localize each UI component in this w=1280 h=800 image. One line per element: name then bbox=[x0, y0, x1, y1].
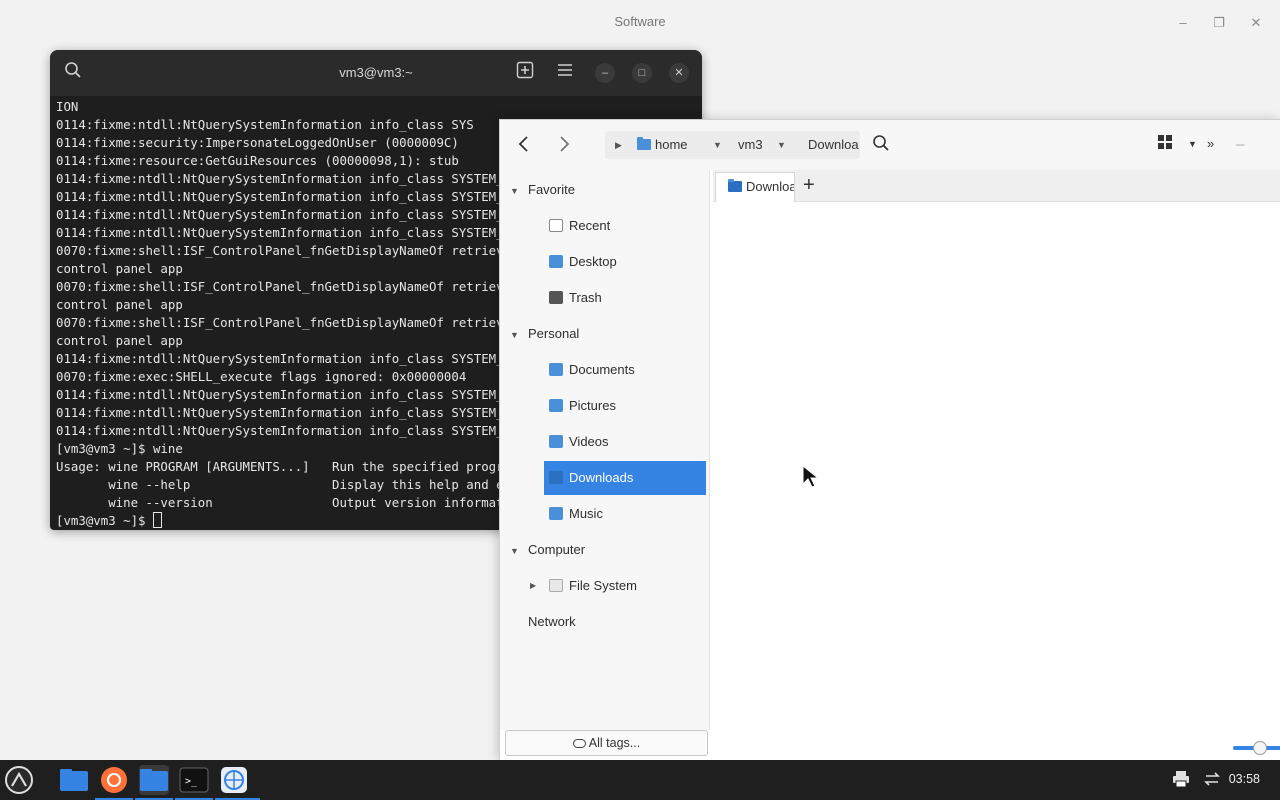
back-arrow-icon[interactable] bbox=[514, 134, 534, 158]
network-icon[interactable] bbox=[1203, 770, 1221, 792]
chevron-down-icon: ▼ bbox=[510, 186, 519, 196]
file-manager-window[interactable]: ▶ home ▼ vm3 ▼ Downloa ▼ » – ▼ Favorite R… bbox=[499, 119, 1280, 760]
recent-icon bbox=[549, 219, 563, 232]
minimize-icon[interactable]: – bbox=[1236, 136, 1244, 153]
firefox-icon[interactable] bbox=[99, 765, 129, 795]
text-cursor bbox=[152, 512, 162, 528]
close-icon[interactable]: ✕ bbox=[1246, 13, 1266, 33]
sidebar-item-desktop[interactable]: Desktop bbox=[544, 245, 706, 279]
zoom-slider-handle[interactable] bbox=[1253, 741, 1267, 755]
breadcrumb-downloads[interactable]: Downloa bbox=[808, 131, 859, 159]
software-window-titlebar: Software – ❐ ✕ bbox=[0, 0, 1280, 44]
sidebar: ▼ Favorite Recent Desktop Trash ▼ Personal… bbox=[500, 170, 710, 730]
chevron-right-icon[interactable]: ▶ bbox=[530, 569, 536, 603]
maximize-icon[interactable]: □ bbox=[632, 63, 652, 83]
terminal-prompt: [vm3@vm3 ~]$ bbox=[56, 513, 153, 528]
music-folder-icon bbox=[549, 507, 563, 520]
sidebar-item-trash[interactable]: Trash bbox=[544, 281, 706, 315]
printer-icon[interactable] bbox=[1172, 770, 1190, 792]
sidebar-item-music[interactable]: Music bbox=[544, 497, 706, 531]
sidebar-category-network[interactable]: Network bbox=[528, 612, 576, 632]
sidebar-item-documents[interactable]: Documents bbox=[544, 353, 706, 387]
breadcrumb-home[interactable]: home bbox=[637, 131, 688, 159]
hamburger-menu-icon[interactable] bbox=[553, 61, 577, 85]
sidebar-item-recent[interactable]: Recent bbox=[544, 209, 706, 243]
sidebar-item-pictures[interactable]: Pictures bbox=[544, 389, 706, 423]
forward-arrow-icon[interactable] bbox=[554, 134, 574, 158]
software-window-title: Software bbox=[614, 14, 666, 29]
new-tab-icon[interactable] bbox=[513, 61, 537, 85]
drive-icon bbox=[549, 579, 563, 592]
sidebar-item-downloads[interactable]: Downloads bbox=[544, 461, 706, 495]
chevron-right-icon[interactable]: ▶ bbox=[615, 131, 622, 159]
sidebar-item-videos[interactable]: Videos bbox=[544, 425, 706, 459]
maximize-icon[interactable]: ❐ bbox=[1209, 13, 1229, 33]
videos-folder-icon bbox=[549, 435, 563, 448]
terminal-app-icon[interactable]: >_ bbox=[179, 765, 209, 795]
files-app-icon[interactable] bbox=[59, 765, 89, 795]
desktop-icon bbox=[549, 255, 563, 268]
chevron-down-icon: ▼ bbox=[510, 330, 519, 340]
tab-bar: Downloads + bbox=[713, 170, 1280, 202]
taskbar: >_ 03:58 bbox=[0, 760, 1280, 800]
minimize-icon[interactable]: – bbox=[1173, 13, 1193, 33]
breadcrumb-vm3[interactable]: vm3 bbox=[738, 131, 763, 159]
all-tags-button[interactable]: All tags... bbox=[505, 730, 708, 756]
downloads-folder-icon bbox=[549, 471, 563, 484]
sidebar-category-favorite[interactable]: ▼ Favorite bbox=[510, 180, 575, 200]
tab-downloads[interactable]: Downloads bbox=[715, 172, 795, 202]
chevron-down-icon[interactable]: ▼ bbox=[777, 131, 786, 159]
minimize-icon[interactable]: – bbox=[595, 63, 615, 83]
downloads-folder-icon bbox=[728, 179, 742, 192]
sidebar-category-computer[interactable]: ▼ Computer bbox=[510, 540, 585, 560]
software-app-icon[interactable] bbox=[219, 765, 249, 795]
terminal-line: ION bbox=[56, 99, 79, 114]
clock[interactable]: 03:58 bbox=[1229, 772, 1260, 786]
zoom-slider[interactable] bbox=[1233, 741, 1280, 755]
add-tab-icon[interactable]: + bbox=[803, 174, 815, 196]
svg-text:>_: >_ bbox=[185, 776, 198, 787]
chevron-down-icon[interactable]: ▼ bbox=[713, 131, 722, 159]
search-icon[interactable] bbox=[872, 134, 890, 156]
grid-view-icon[interactable] bbox=[1157, 134, 1173, 154]
documents-folder-icon bbox=[549, 363, 563, 376]
trash-icon bbox=[549, 291, 563, 304]
app-menu-icon[interactable] bbox=[4, 765, 34, 795]
overflow-chevron-icon[interactable]: » bbox=[1207, 136, 1214, 151]
sidebar-item-file-system[interactable]: ▶ File System bbox=[530, 569, 706, 603]
breadcrumb: ▶ home ▼ vm3 ▼ Downloa bbox=[605, 131, 860, 159]
pictures-folder-icon bbox=[549, 399, 563, 412]
tag-icon bbox=[572, 739, 586, 748]
files-app-active-icon[interactable] bbox=[139, 765, 169, 795]
terminal-header: vm3@vm3:~ – □ ✕ bbox=[50, 50, 702, 96]
close-icon[interactable]: ✕ bbox=[669, 63, 689, 83]
sidebar-category-personal[interactable]: ▼ Personal bbox=[510, 324, 579, 344]
folder-icon bbox=[637, 137, 651, 150]
file-manager-toolbar: ▶ home ▼ vm3 ▼ Downloa ▼ » – bbox=[500, 120, 1280, 170]
chevron-down-icon: ▼ bbox=[510, 546, 519, 556]
chevron-down-icon[interactable]: ▼ bbox=[1188, 139, 1197, 149]
